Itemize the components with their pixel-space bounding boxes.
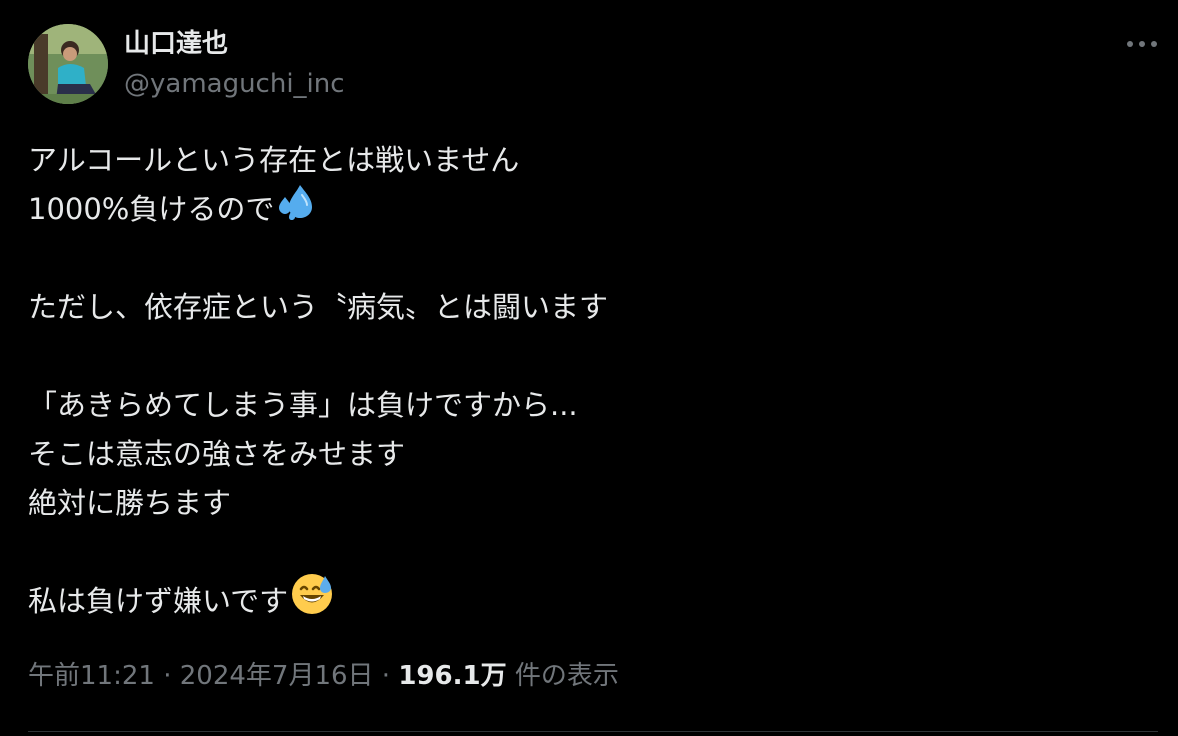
post-meta: 午前11:21 · 2024年7月16日 · 196.1万 件の表示	[28, 658, 619, 694]
post-line: 「あきらめてしまう事」は負けですから...	[28, 388, 578, 422]
tweet: 山口達也 @yamaguchi_inc アルコールという存在とは戦いません 10…	[0, 0, 1178, 736]
post-line: ただし、依存症という〝病気〟とは闘います	[28, 290, 609, 324]
meta-separator: ·	[373, 661, 399, 691]
views-label: 件の表示	[506, 661, 619, 691]
display-name[interactable]: 山口達也	[124, 28, 228, 60]
post-line: 1000%負けるので	[28, 185, 1148, 234]
post-line: 絶対に勝ちます	[28, 486, 232, 520]
more-dots-icon	[1127, 41, 1157, 47]
divider	[28, 731, 1158, 732]
post-time[interactable]: 午前11:21	[28, 661, 155, 691]
handle[interactable]: @yamaguchi_inc	[124, 68, 345, 100]
avatar[interactable]	[28, 24, 108, 104]
post-line: そこは意志の強さをみせます	[28, 437, 406, 471]
avatar-image	[28, 24, 108, 104]
post-line: アルコールという存在とは戦いません	[28, 143, 520, 177]
post-text: アルコールという存在とは戦いません 1000%負けるので ただし、依存症という〝…	[28, 136, 1148, 626]
meta-separator: ·	[154, 661, 180, 691]
post-line: 私は負けず嫌いです	[28, 574, 1148, 626]
views-count[interactable]: 196.1万	[398, 661, 506, 691]
grinning-sweat-face-icon	[290, 572, 334, 631]
sweat-droplets-icon	[276, 183, 316, 236]
more-options-button[interactable]	[1122, 32, 1162, 56]
post-date[interactable]: 2024年7月16日	[180, 661, 374, 691]
